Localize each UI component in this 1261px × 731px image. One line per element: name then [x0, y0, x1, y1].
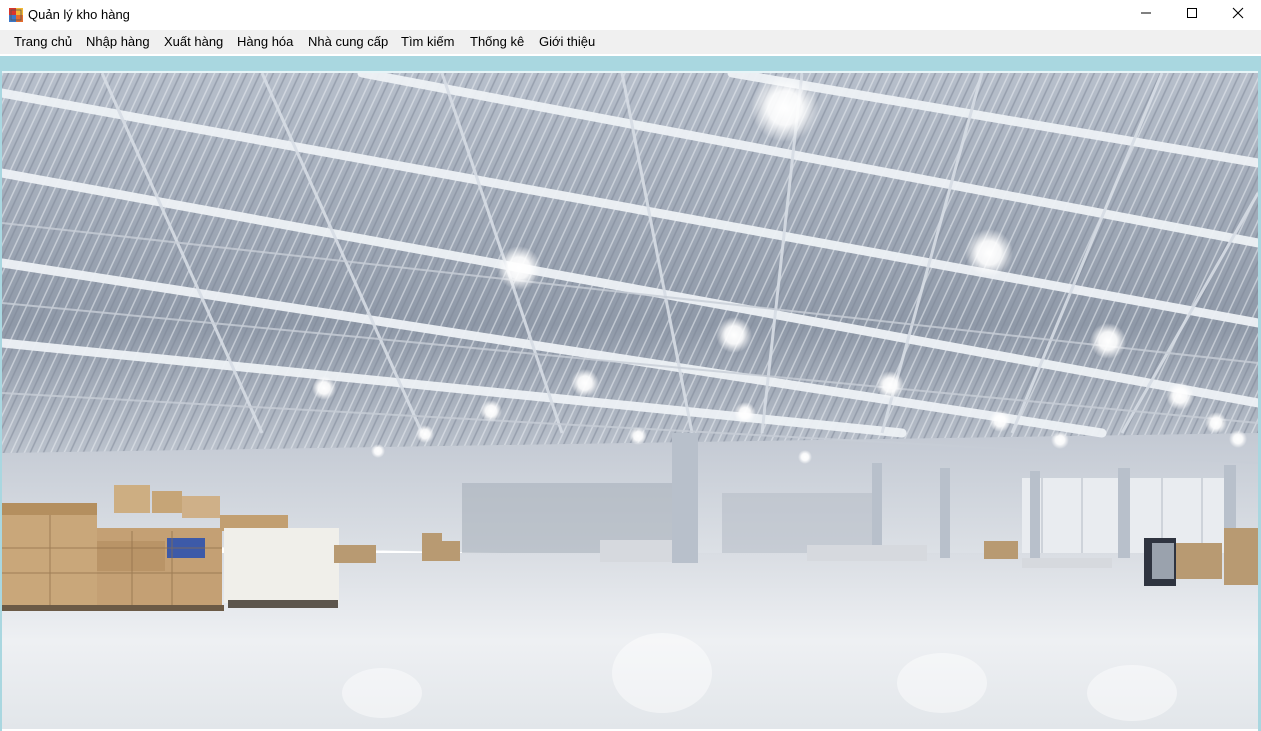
menu-item-trang-chu[interactable]: Trang chủ	[14, 30, 72, 54]
minimize-icon	[1140, 6, 1152, 24]
menu-item-gioi-thieu[interactable]: Giới thiệu	[539, 30, 595, 54]
title-bar: Quản lý kho hàng	[0, 0, 1261, 30]
toolbar-band	[0, 56, 1261, 71]
menu-item-thong-ke[interactable]: Thống kê	[470, 30, 524, 54]
menu-item-nhap-hang[interactable]: Nhập hàng	[86, 30, 150, 54]
menu-item-nha-cung-cap[interactable]: Nhà cung cấp	[308, 30, 388, 54]
main-window: Quản lý kho hàng Trang chủ Nhập hàng Xuấ…	[0, 0, 1261, 731]
menu-item-xuat-hang[interactable]: Xuất hàng	[164, 30, 223, 54]
maximize-icon	[1186, 6, 1198, 24]
close-icon	[1232, 6, 1244, 24]
app-window-icon	[8, 7, 24, 23]
warehouse-background-image	[2, 73, 1258, 729]
menu-bar: Trang chủ Nhập hàng Xuất hàng Hàng hóa N…	[0, 30, 1261, 54]
maximize-button[interactable]	[1169, 0, 1215, 30]
window-title: Quản lý kho hàng	[28, 7, 130, 22]
menu-item-hang-hoa[interactable]: Hàng hóa	[237, 30, 293, 54]
warehouse-interior-photo	[2, 73, 1258, 729]
minimize-button[interactable]	[1123, 0, 1169, 30]
menu-item-tim-kiem[interactable]: Tìm kiếm	[401, 30, 454, 54]
close-button[interactable]	[1215, 0, 1261, 30]
